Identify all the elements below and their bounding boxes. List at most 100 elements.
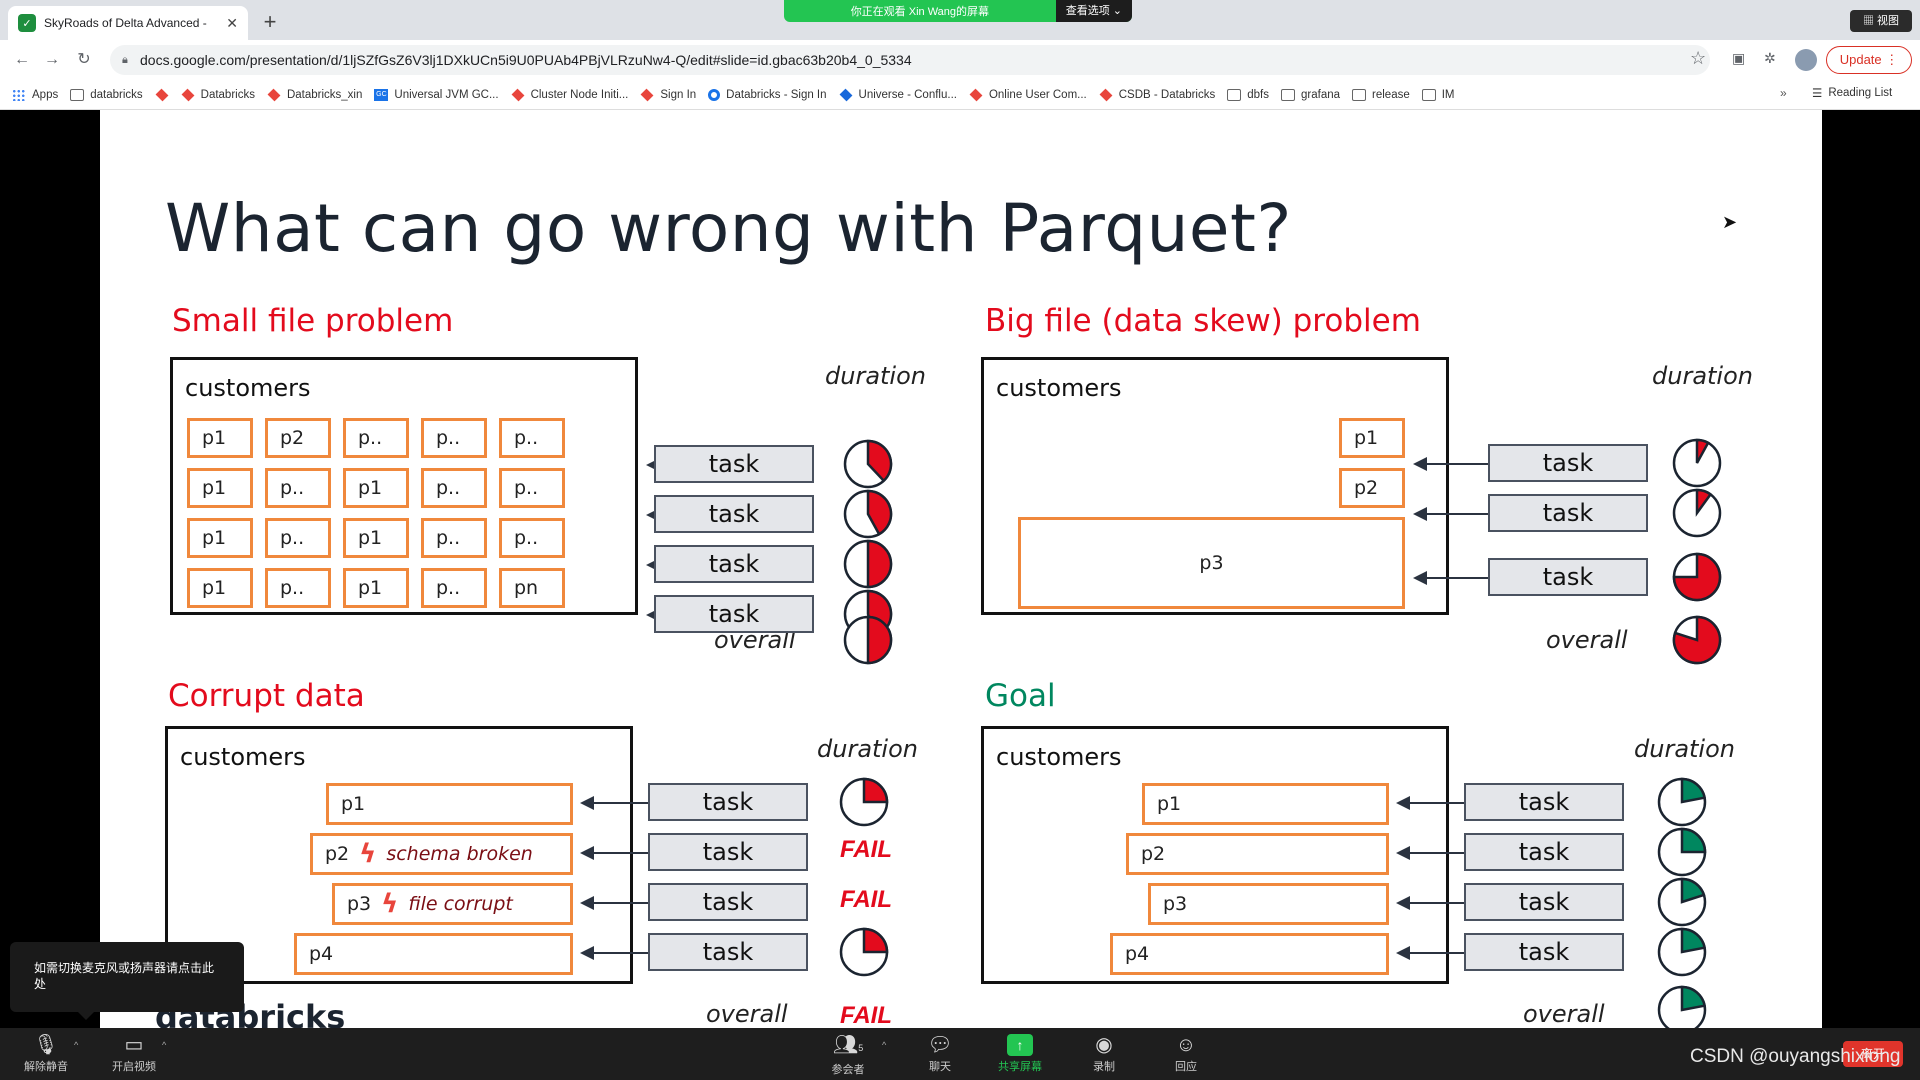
forward-arrow-icon[interactable]: → (40, 48, 64, 72)
puzzle-icon[interactable]: ✲ (1764, 50, 1776, 67)
bookmarks-bar: Apps databricks Databricks Databricks_xin GC… (0, 80, 1920, 110)
start-video-button[interactable]: ▭ 开启视频 (94, 1032, 174, 1074)
partition-box: p4 (294, 933, 573, 975)
bookmark-item[interactable]: CSDB - Databricks (1099, 88, 1216, 101)
bookmark-item[interactable] (155, 88, 169, 101)
bookmark-label: Sign In (660, 88, 697, 101)
browser-tab[interactable]: ✓ SkyRoads of Delta Advanced - ✕ (8, 6, 248, 40)
bookmark-star-icon[interactable]: ☆ (1690, 48, 1706, 69)
pie-chart-icon (839, 927, 889, 977)
small-file-heading: Small file problem (172, 303, 454, 339)
pie-slice (866, 615, 893, 665)
unmute-button[interactable]: 🎙︎ 解除静音 (6, 1032, 86, 1074)
reload-icon[interactable]: ↻ (72, 48, 96, 72)
partition-box: p1 (343, 518, 409, 558)
bookmark-item[interactable]: grafana (1281, 88, 1341, 101)
partition-box-p3: p3 ϟ file corrupt (332, 883, 573, 925)
bookmark-item[interactable]: Universe - Conflu... (839, 88, 957, 101)
partition-box: p2 (1126, 833, 1389, 875)
bookmark-item[interactable]: databricks (70, 88, 143, 101)
chat-label: 聊天 (929, 1061, 951, 1073)
partition-box: p.. (265, 518, 331, 558)
partition-box: p.. (421, 418, 487, 458)
participants-icon: 👥︎5 (832, 1034, 864, 1056)
chat-button[interactable]: 💬︎ 聊天 (900, 1032, 980, 1074)
reactions-label: 回应 (1175, 1061, 1197, 1073)
participants-button[interactable]: 👥︎5 参会者 (808, 1032, 888, 1077)
bookmark-item[interactable]: Databricks (181, 88, 255, 101)
bookmark-label: CSDB - Databricks (1118, 88, 1216, 101)
profile-avatar[interactable] (1795, 49, 1817, 71)
task-box: task (654, 445, 814, 483)
circle-icon (708, 88, 721, 101)
cube-icon (640, 88, 654, 101)
arrow-icon (1396, 846, 1464, 860)
folder-icon (1352, 88, 1367, 101)
partition-box: p.. (421, 568, 487, 608)
bookmark-item[interactable]: Cluster Node Initi... (511, 88, 629, 101)
task-box: task (654, 495, 814, 533)
pie-chart-icon (1657, 927, 1707, 977)
lightning-icon: ϟ (381, 889, 399, 919)
bookmark-item[interactable]: Databricks_xin (267, 88, 363, 101)
participants-chevron-icon[interactable]: ^ (882, 1040, 886, 1050)
bookmark-item[interactable]: release (1352, 88, 1410, 101)
pie-slice (1680, 985, 1707, 1012)
customers-table-small: customers p1 p2 p.. p.. p.. p1 p.. p1 p.. p.. p1 p.… (170, 357, 638, 615)
new-tab-button[interactable]: + (256, 8, 284, 36)
audio-switch-tooltip[interactable]: 如需切换麦克风或扬声器请点击此处 (10, 942, 244, 1020)
view-options-button[interactable]: 查看选项 ⌄ (1055, 0, 1132, 22)
arrow-icon (1396, 796, 1464, 810)
customers-table-big: customers p1 p2 p3 (981, 357, 1449, 615)
bookmark-label: Databricks_xin (286, 88, 363, 101)
reading-list[interactable]: ☰ Reading List (1812, 86, 1892, 100)
folder-icon (1281, 88, 1295, 101)
close-tab-icon[interactable]: ✕ (226, 15, 238, 32)
audio-options-chevron-icon[interactable]: ^ (74, 1040, 78, 1050)
bookmark-item[interactable]: Online User Com... (969, 88, 1087, 101)
record-button[interactable]: ◉ 录制 (1064, 1032, 1144, 1074)
pie-chart-icon (843, 539, 893, 589)
error-note: schema broken (386, 843, 533, 865)
more-bookmarks-icon[interactable]: » (1780, 86, 1787, 100)
pie-chart-icon (1657, 985, 1707, 1028)
bookmark-label: grafana (1301, 88, 1341, 101)
share-screen-button[interactable]: ↑ 共享屏幕 (980, 1032, 1060, 1074)
partition-box: p2 (265, 418, 331, 458)
arrow-icon (580, 896, 648, 910)
task-box: task (648, 933, 808, 971)
arrow-icon (580, 946, 648, 960)
bookmark-label: Databricks (200, 88, 255, 101)
partition-box: p.. (499, 468, 565, 508)
task-box: task (1464, 933, 1624, 971)
bookmark-label: Databricks - Sign In (726, 88, 827, 101)
video-options-chevron-icon[interactable]: ^ (162, 1040, 166, 1050)
partition-box: p1 (343, 468, 409, 508)
bookmark-item[interactable]: IM (1421, 88, 1455, 101)
partition-label: p3 (347, 893, 372, 915)
view-button[interactable]: ▦ 视图 (1850, 10, 1912, 32)
partition-box: p3 (1148, 883, 1389, 925)
url-input[interactable]: docs.google.com/presentation/d/1ljSZfGsZ… (110, 45, 1710, 75)
bookmark-item[interactable]: Apps (12, 88, 58, 101)
extension-icon[interactable]: ▣ (1732, 50, 1745, 67)
arrow-icon (580, 846, 648, 860)
grid-icon (12, 88, 26, 101)
bookmark-label: Cluster Node Initi... (530, 88, 629, 101)
back-arrow-icon[interactable]: ← (10, 48, 34, 72)
update-button[interactable]: Update ⋮ (1826, 46, 1912, 74)
bookmark-item[interactable]: Databricks - Sign In (708, 88, 827, 101)
reactions-button[interactable]: ☺ 回应 (1146, 1032, 1226, 1074)
bookmark-item[interactable]: dbfs (1227, 88, 1269, 101)
folder-icon (1421, 88, 1436, 101)
arrow-icon (580, 796, 648, 810)
customers-label: customers (180, 743, 306, 771)
lock-icon[interactable]: 🔒︎ (122, 54, 128, 67)
bookmark-item[interactable]: GC Universal JVM GC... (374, 88, 499, 101)
task-box: task (1488, 444, 1648, 482)
pie-slice (1680, 827, 1707, 854)
bookmark-item[interactable]: Sign In (640, 88, 697, 101)
pie-chart-icon (843, 615, 893, 665)
pie-slice (1680, 927, 1707, 954)
corrupt-data-heading: Corrupt data (168, 678, 365, 714)
